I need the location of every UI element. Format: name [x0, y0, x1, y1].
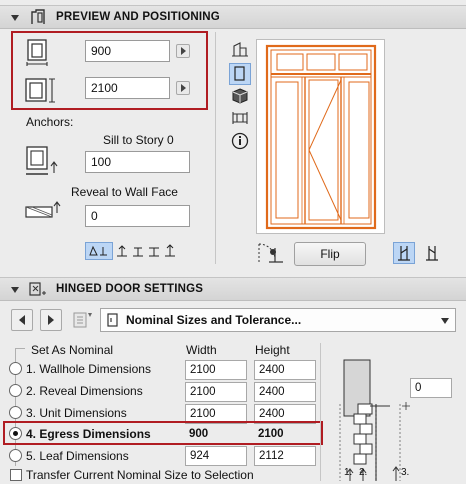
door-panel-icon: [31, 9, 45, 24]
sill-input[interactable]: 100: [85, 151, 190, 173]
door-elevation-drawing: [265, 44, 377, 230]
anchor-option-1[interactable]: [85, 242, 113, 260]
unit-radio[interactable]: [9, 406, 22, 419]
diagram-label-2: 2.: [359, 467, 368, 478]
page-list-icon[interactable]: [71, 310, 95, 330]
reveal-input[interactable]: 0: [85, 205, 190, 227]
anchor-button-group: [85, 242, 175, 260]
wallhole-height-input[interactable]: 2400: [254, 360, 316, 380]
reveal-width-input[interactable]: 2100: [185, 382, 247, 402]
previous-page-button[interactable]: [11, 309, 33, 331]
unit-dimensions-label: 3. Unit Dimensions: [26, 406, 127, 420]
collapse-triangle-icon[interactable]: [11, 287, 19, 293]
hinged-door-settings-icon: [29, 282, 46, 296]
preview-divider: [215, 32, 216, 264]
reveal-height-input[interactable]: 2400: [254, 382, 316, 402]
view-2d-icon[interactable]: [230, 40, 250, 60]
height-icon: [25, 78, 55, 103]
width-column-header: Width: [186, 343, 217, 357]
wallhole-radio[interactable]: [9, 362, 22, 375]
diagram-label-1: 1.: [344, 467, 353, 478]
anchor-option-4[interactable]: [147, 242, 161, 260]
wallhole-label: 1. Wallhole Dimensions: [26, 362, 151, 376]
view-section-icon[interactable]: [230, 108, 250, 128]
collapse-triangle-icon[interactable]: [11, 15, 19, 21]
preview-section-title: PREVIEW AND POSITIONING: [56, 11, 220, 23]
anchor-option-2[interactable]: [115, 242, 129, 260]
anchor-option-3[interactable]: [131, 242, 145, 260]
sill-label: Sill to Story 0: [103, 133, 174, 147]
height-input[interactable]: 2100: [85, 77, 170, 99]
egress-height-input[interactable]: 2100: [254, 425, 316, 445]
hinged-section-header[interactable]: HINGED DOOR SETTINGS: [0, 277, 466, 301]
egress-width-input[interactable]: 900: [185, 425, 247, 445]
width-arrow-button[interactable]: [176, 44, 190, 58]
chevron-down-icon: [441, 318, 449, 324]
leaf-height-input[interactable]: 2112: [254, 446, 316, 466]
preview-section-header[interactable]: PREVIEW AND POSITIONING: [0, 5, 466, 29]
height-column-header: Height: [255, 343, 290, 357]
view-3d-icon[interactable]: [230, 86, 250, 106]
info-icon[interactable]: [230, 131, 250, 151]
reveal-icon: [25, 201, 61, 218]
anchor-option-5[interactable]: [163, 242, 177, 260]
nominal-group-frame: [15, 348, 25, 349]
transfer-label: Transfer Current Nominal Size to Selecti…: [26, 468, 254, 482]
wall-section-diagram: [330, 350, 420, 481]
anchors-label: Anchors:: [26, 115, 74, 129]
sill-icon: [26, 146, 58, 175]
reveal-label: Reveal to Wall Face: [71, 185, 178, 199]
egress-dimensions-label: 4. Egress Dimensions: [26, 427, 151, 441]
nominal-size-icon: [107, 313, 118, 327]
diagram-label-3: 3.: [401, 467, 410, 478]
view-elevation-button[interactable]: [229, 63, 251, 85]
page-dropdown[interactable]: Nominal Sizes and Tolerance...: [100, 308, 456, 332]
settings-divider: [320, 343, 321, 481]
set-as-nominal-label: Set As Nominal: [31, 343, 114, 357]
reveal-dimensions-label: 2. Reveal Dimensions: [26, 384, 143, 398]
hinged-section-title: HINGED DOOR SETTINGS: [56, 283, 204, 295]
flip-mode-1-button[interactable]: [393, 242, 415, 264]
offset-input[interactable]: 0: [410, 378, 452, 398]
leaf-radio[interactable]: [9, 449, 22, 462]
leaf-dimensions-label: 5. Leaf Dimensions: [26, 449, 129, 463]
width-input[interactable]: 900: [85, 40, 170, 62]
egress-radio[interactable]: [9, 427, 22, 440]
width-icon: [26, 39, 48, 66]
flip-mode-2-icon[interactable]: [422, 243, 442, 263]
flip-button[interactable]: Flip: [294, 242, 366, 266]
wallhole-width-input[interactable]: 2100: [185, 360, 247, 380]
reveal-radio[interactable]: [9, 384, 22, 397]
leaf-width-input[interactable]: 924: [185, 446, 247, 466]
height-arrow-button[interactable]: [176, 81, 190, 95]
next-page-button[interactable]: [40, 309, 62, 331]
transfer-checkbox[interactable]: [10, 469, 22, 481]
door-preview-panel: [256, 39, 385, 234]
page-dropdown-label: Nominal Sizes and Tolerance...: [126, 313, 302, 327]
door-swing-icon: [258, 243, 283, 263]
